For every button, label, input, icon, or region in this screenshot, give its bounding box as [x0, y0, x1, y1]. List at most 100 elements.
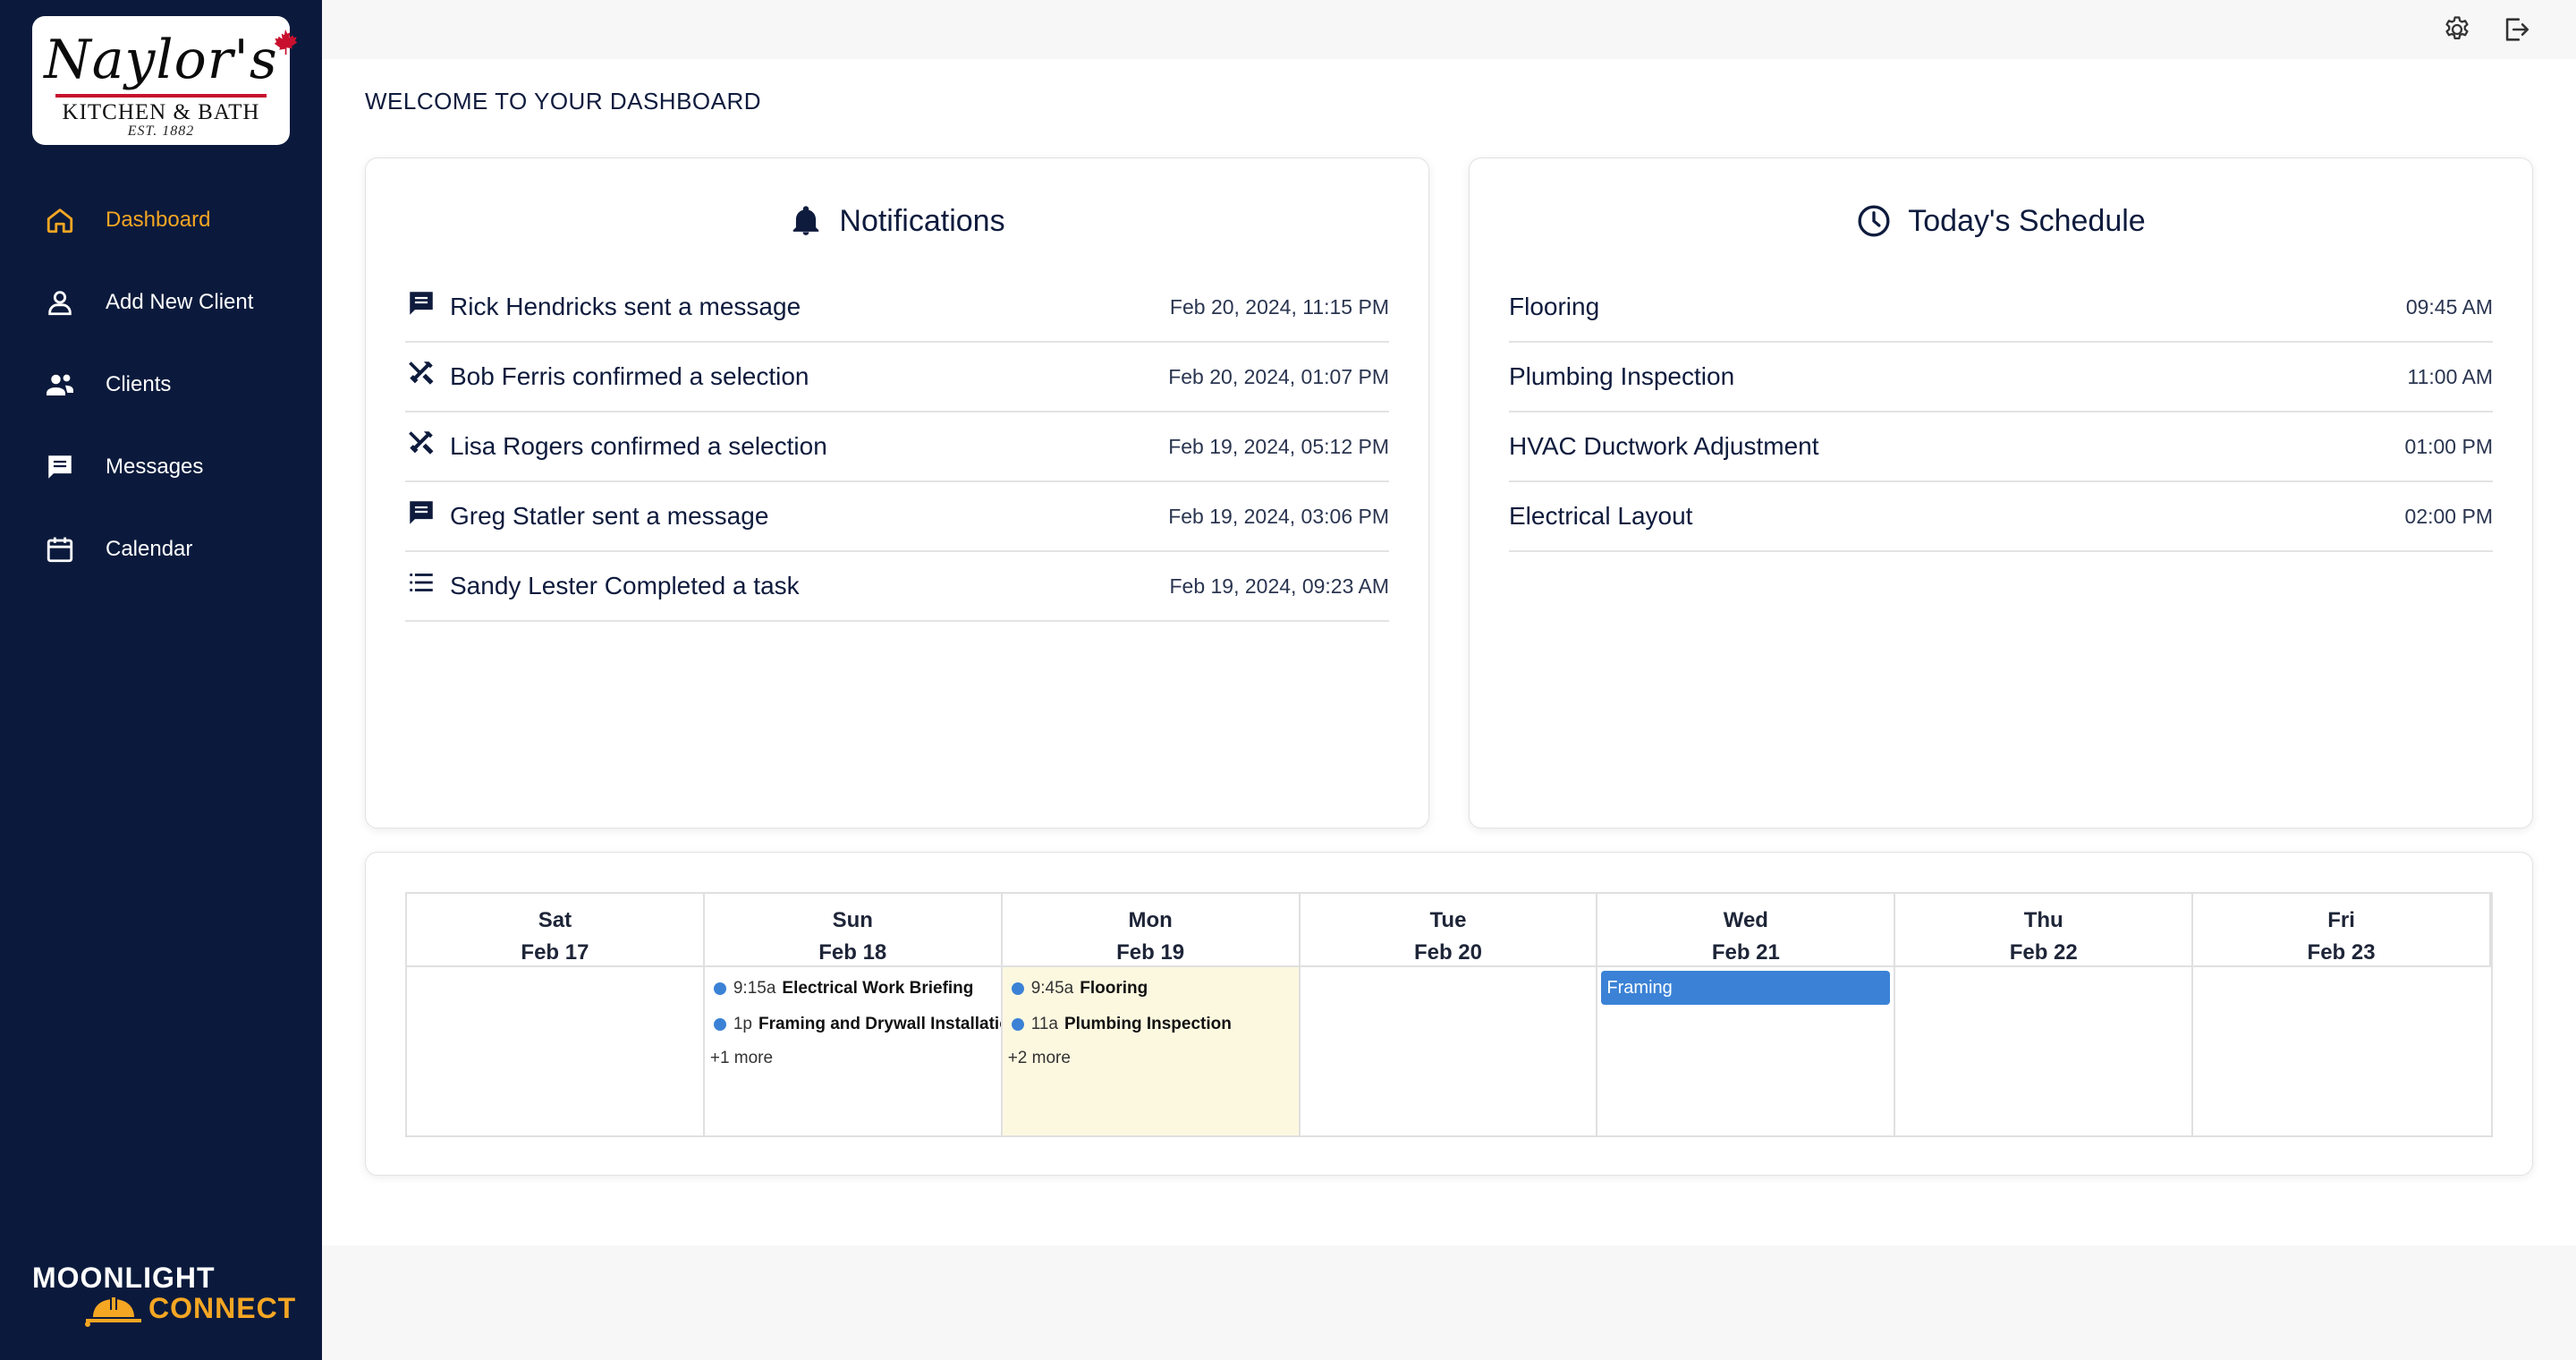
gear-icon[interactable]	[2440, 13, 2474, 47]
people-icon	[43, 368, 77, 402]
calendar-event[interactable]: 9:45a Flooring	[1003, 971, 1299, 1007]
day-of-week: Sun	[832, 908, 873, 932]
sidebar-item-label: Messages	[106, 455, 204, 479]
event-dot	[713, 982, 726, 995]
message-icon	[405, 497, 437, 529]
more-events-link[interactable]: +2 more	[1003, 1042, 1299, 1075]
logout-icon[interactable]	[2499, 13, 2533, 47]
event-time: 1p	[733, 1015, 752, 1033]
schedule-item[interactable]: Flooring 09:45 AM	[1509, 273, 2493, 343]
notification-date: Feb 20, 2024, 01:07 PM	[1168, 364, 1389, 388]
day-header-thu: Thu Feb 22	[1895, 894, 2194, 967]
schedule-text: Electrical Layout	[1509, 502, 1693, 530]
hard-hat-icon	[85, 1296, 141, 1327]
notifications-list: Rick Hendricks sent a message Feb 20, 20…	[405, 273, 1389, 622]
notifications-header: Notifications	[366, 203, 1428, 239]
day-cell-sun[interactable]: 9:15a Electrical Work Briefing 1p Framing …	[705, 967, 1003, 1135]
schedule-item[interactable]: HVAC Ductwork Adjustment 01:00 PM	[1509, 412, 2493, 482]
notification-text: Sandy Lester Completed a task	[450, 572, 800, 599]
calendar-event[interactable]: 11a Plumbing Inspection	[1003, 1007, 1299, 1042]
day-date: Feb 21	[1711, 940, 1780, 965]
schedule-text: Flooring	[1509, 293, 1600, 320]
week-calendar: Sat Feb 17 Sun Feb 18 Mon Feb 19 Tue Feb 20 …	[405, 892, 2493, 1137]
notification-date: Feb 20, 2024, 11:15 PM	[1169, 294, 1389, 319]
top-bar	[322, 0, 2576, 59]
sidebar-nav: Dashboard Add New Client Clients Message…	[0, 179, 322, 591]
day-of-week: Fri	[2327, 908, 2355, 932]
sidebar-item-messages[interactable]: Messages	[0, 426, 322, 508]
schedule-title: Today's Schedule	[1908, 203, 2146, 238]
day-date: Feb 22	[2009, 940, 2078, 965]
logo-subtitle: KITCHEN & BATH	[62, 100, 260, 124]
tools-icon	[405, 427, 437, 459]
notification-item[interactable]: Greg Statler sent a message Feb 19, 2024…	[405, 482, 1389, 552]
company-logo[interactable]: Naylor's KITCHEN & BATH EST. 1882	[32, 16, 298, 145]
notifications-card: Notifications Rick Hendricks sent a mess…	[365, 157, 1429, 829]
calendar-event-bar[interactable]: Framing	[1601, 971, 1891, 1005]
person-icon	[43, 285, 77, 319]
schedule-item[interactable]: Electrical Layout 02:00 PM	[1509, 482, 2493, 552]
sidebar: Naylor's KITCHEN & BATH EST. 1882 Dashbo…	[0, 0, 322, 1360]
logo-established: EST. 1882	[127, 123, 195, 139]
brand-bottom: CONNECT	[148, 1292, 297, 1324]
notification-item[interactable]: Rick Hendricks sent a message Feb 20, 20…	[405, 273, 1389, 343]
logo-name: Naylor's	[44, 29, 278, 91]
day-header-sun: Sun Feb 18	[704, 894, 1003, 967]
notification-date: Feb 19, 2024, 09:23 AM	[1169, 574, 1389, 598]
day-cell-fri[interactable]	[2193, 967, 2491, 1135]
schedule-item[interactable]: Plumbing Inspection 11:00 AM	[1509, 343, 2493, 412]
day-cell-tue[interactable]	[1301, 967, 1598, 1135]
schedule-text: HVAC Ductwork Adjustment	[1509, 432, 1819, 460]
page-title: WELCOME TO YOUR DASHBOARD	[365, 88, 762, 115]
schedule-text: Plumbing Inspection	[1509, 362, 1735, 390]
schedule-time: 11:00 AM	[2407, 364, 2493, 388]
notification-item[interactable]: Sandy Lester Completed a task Feb 19, 20…	[405, 552, 1389, 622]
day-of-week: Wed	[1723, 908, 1768, 932]
more-events-link[interactable]: +1 more	[705, 1042, 1001, 1075]
sidebar-item-add-new-client[interactable]: Add New Client	[0, 261, 322, 344]
day-cell-wed[interactable]: Framing	[1597, 967, 1896, 1135]
event-time: 11a	[1030, 1015, 1058, 1033]
calendar-card: Sat Feb 17 Sun Feb 18 Mon Feb 19 Tue Feb 20 …	[365, 852, 2533, 1176]
sidebar-item-dashboard[interactable]: Dashboard	[0, 179, 322, 261]
sidebar-item-calendar[interactable]: Calendar	[0, 508, 322, 591]
day-header-sat: Sat Feb 17	[407, 894, 705, 967]
clock-icon	[1858, 205, 1890, 237]
day-date: Feb 23	[2307, 940, 2376, 965]
day-header-mon: Mon Feb 19	[1002, 894, 1301, 967]
sidebar-item-clients[interactable]: Clients	[0, 344, 322, 426]
day-cell-mon[interactable]: 9:45a Flooring 11a Plumbing Inspection +2 …	[1002, 967, 1301, 1135]
notification-item[interactable]: Bob Ferris confirmed a selection Feb 20,…	[405, 343, 1389, 412]
home-icon	[43, 203, 77, 237]
list-icon	[405, 566, 437, 599]
sidebar-item-label: Calendar	[106, 537, 193, 561]
day-of-week: Mon	[1128, 908, 1173, 932]
sidebar-item-label: Dashboard	[106, 208, 211, 232]
day-cell-sat[interactable]	[407, 967, 705, 1135]
schedule-card: Today's Schedule Flooring 09:45 AM Plumb…	[1469, 157, 2533, 829]
event-dot	[1011, 1018, 1024, 1031]
main-content: WELCOME TO YOUR DASHBOARD Notifications …	[322, 59, 2576, 1245]
day-date: Feb 18	[818, 940, 887, 965]
calendar-icon	[43, 532, 77, 566]
event-time: 9:45a	[1030, 979, 1074, 998]
notification-date: Feb 19, 2024, 05:12 PM	[1168, 434, 1389, 458]
calendar-event[interactable]: 9:15a Electrical Work Briefing	[705, 971, 1001, 1007]
tools-icon	[405, 357, 437, 389]
event-dot	[1011, 982, 1024, 995]
bell-icon	[793, 206, 819, 235]
event-title: Plumbing Inspection	[1064, 1015, 1232, 1033]
event-title: Electrical Work Briefing	[782, 979, 974, 998]
message-icon	[43, 450, 77, 484]
day-header-tue: Tue Feb 20	[1300, 894, 1598, 967]
notifications-title: Notifications	[839, 203, 1005, 238]
day-of-week: Tue	[1429, 908, 1467, 932]
day-date: Feb 20	[1413, 940, 1482, 965]
calendar-event[interactable]: 1p Framing and Drywall Installation	[705, 1007, 1001, 1042]
day-cell-thu[interactable]	[1895, 967, 2194, 1135]
notification-date: Feb 19, 2024, 03:06 PM	[1168, 504, 1389, 528]
day-of-week: Sat	[538, 908, 572, 932]
notification-text: Bob Ferris confirmed a selection	[450, 362, 809, 390]
notification-item[interactable]: Lisa Rogers confirmed a selection Feb 19…	[405, 412, 1389, 482]
notification-text: Rick Hendricks sent a message	[450, 293, 801, 320]
